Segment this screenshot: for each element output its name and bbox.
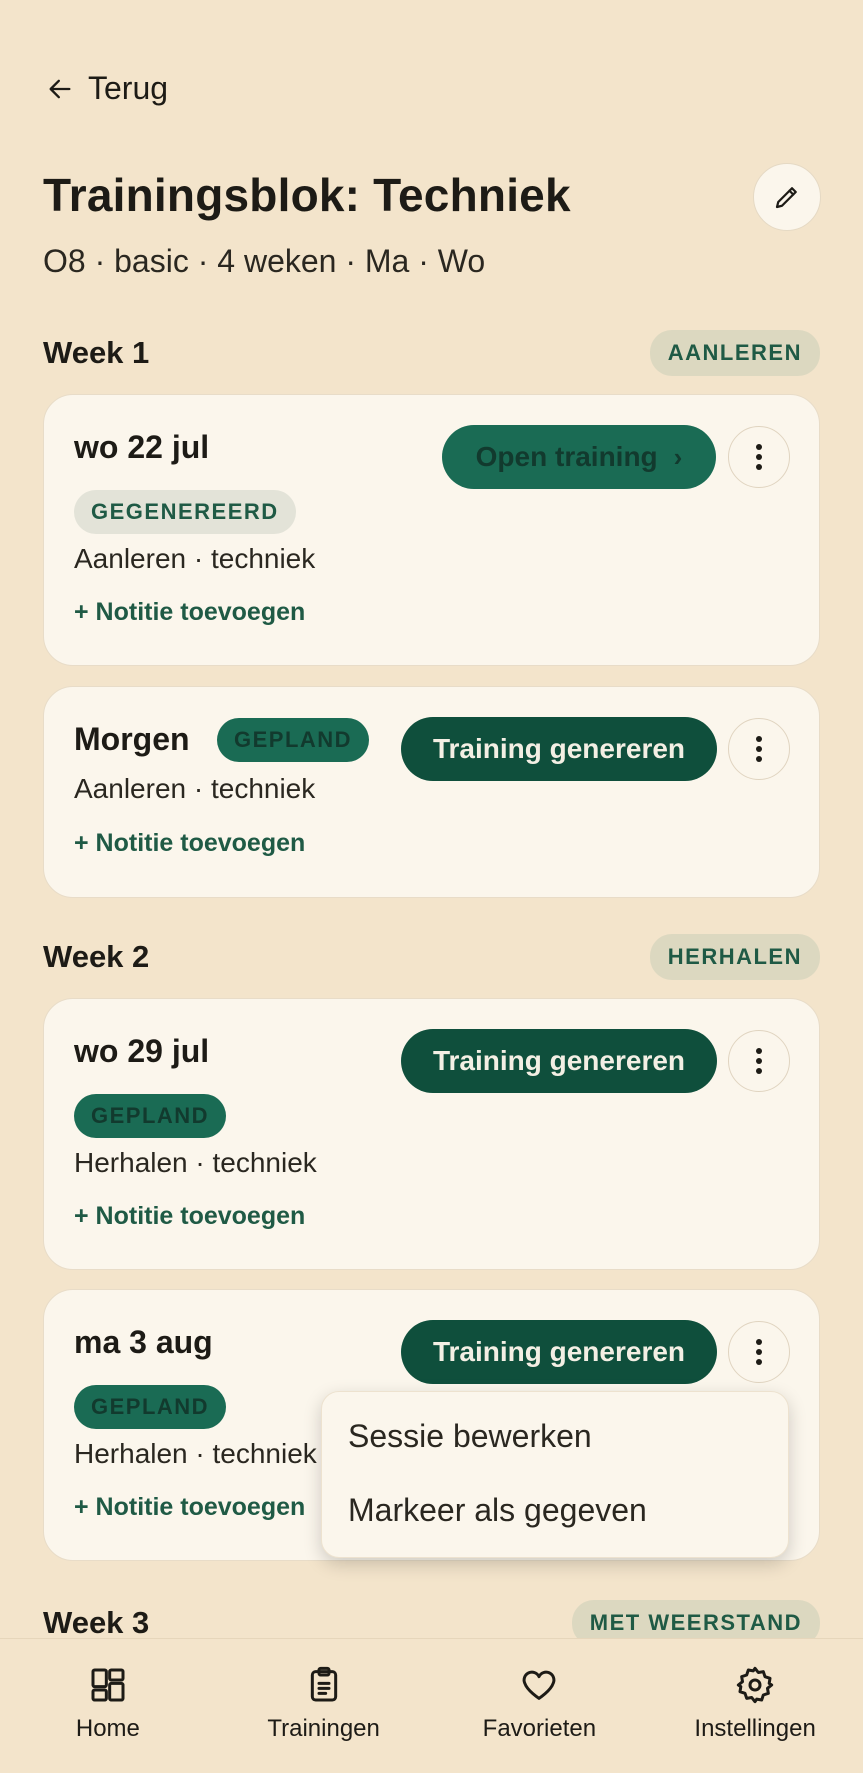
add-note-link[interactable]: + Notitie toevoegen: [74, 1202, 305, 1231]
status-badge: GEGENEREERD: [74, 490, 296, 534]
nav-favorieten[interactable]: Favorieten: [439, 1639, 639, 1773]
session-date: Morgen: [74, 721, 190, 757]
chevron-right-icon: ›: [673, 441, 683, 472]
more-vertical-icon: [756, 1048, 762, 1074]
session-card: Morgen GEPLAND Training genereren Aanler…: [43, 686, 820, 898]
week-title: Week 3: [43, 1605, 150, 1640]
nav-trainingen[interactable]: Trainingen: [224, 1639, 424, 1773]
arrow-left-icon: [49, 79, 71, 98]
menu-item-edit-session[interactable]: Sessie bewerken: [348, 1418, 592, 1455]
page-subtitle: O8 · basic · 4 weken · Ma · Wo: [43, 243, 486, 279]
nav-label: Trainingen: [267, 1715, 380, 1742]
generate-training-button[interactable]: Training genereren: [401, 717, 717, 781]
more-options-button[interactable]: [728, 1030, 790, 1092]
generate-training-button[interactable]: Training genereren: [401, 1029, 717, 1093]
open-training-button[interactable]: Open training ›: [442, 425, 716, 489]
session-card: wo 29 jul Training genereren GEPLAND Her…: [43, 998, 820, 1270]
status-badge: GEPLAND: [217, 718, 370, 762]
more-options-button[interactable]: [728, 1321, 790, 1383]
gear-icon: [736, 1666, 774, 1704]
session-card: wo 22 jul Open training › GEGENEREERD Aa…: [43, 394, 820, 666]
more-vertical-icon: [756, 1339, 762, 1365]
session-date: wo 22 jul: [74, 429, 210, 465]
session-description: Herhalen · techniek: [74, 1147, 317, 1178]
open-training-label: Open training: [475, 441, 658, 472]
phase-badge: HERHALEN: [649, 934, 820, 980]
status-badge: GEPLAND: [74, 1385, 227, 1429]
more-options-button[interactable]: [728, 718, 790, 780]
heart-icon: [523, 1670, 556, 1700]
status-badge: GEPLAND: [74, 1094, 227, 1138]
more-vertical-icon: [756, 444, 762, 470]
grid-icon: [91, 1668, 125, 1702]
context-menu: Sessie bewerken Markeer als gegeven: [321, 1391, 789, 1558]
add-note-link[interactable]: + Notitie toevoegen: [74, 1493, 305, 1522]
session-date: wo 29 jul: [74, 1033, 210, 1069]
week-title: Week 1: [43, 335, 150, 370]
week-header: Week 1 AANLEREN: [43, 330, 820, 376]
add-note-link[interactable]: + Notitie toevoegen: [74, 598, 305, 627]
clipboard-icon: [310, 1666, 337, 1702]
back-label: Terug: [88, 70, 169, 106]
week-title: Week 2: [43, 939, 150, 974]
menu-item-mark-given[interactable]: Markeer als gegeven: [348, 1492, 647, 1529]
back-button[interactable]: Terug: [46, 70, 168, 107]
session-description: Aanleren · techniek: [74, 543, 316, 574]
page-title: Trainingsblok: Techniek: [43, 169, 571, 221]
nav-label: Favorieten: [482, 1715, 597, 1742]
more-vertical-icon: [756, 736, 762, 762]
nav-instellingen[interactable]: Instellingen: [655, 1639, 855, 1773]
session-description: Aanleren · techniek: [74, 773, 316, 804]
bottom-navigation: Home Trainingen Favorieten Instellingen: [0, 1638, 863, 1773]
add-note-link[interactable]: + Notitie toevoegen: [74, 829, 305, 858]
more-options-button[interactable]: [728, 426, 790, 488]
week-header: Week 2 HERHALEN: [43, 934, 820, 980]
generate-training-label: Training genereren: [432, 733, 686, 764]
pencil-icon: [775, 187, 797, 209]
nav-home[interactable]: Home: [8, 1639, 208, 1773]
session-date: ma 3 aug: [74, 1324, 213, 1360]
edit-button[interactable]: [753, 163, 821, 231]
nav-label: Home: [75, 1715, 140, 1742]
nav-label: Instellingen: [694, 1715, 816, 1742]
phase-badge: AANLEREN: [649, 330, 820, 376]
generate-training-label: Training genereren: [432, 1045, 686, 1076]
generate-training-label: Training genereren: [432, 1336, 686, 1367]
generate-training-button[interactable]: Training genereren: [401, 1320, 717, 1384]
session-description: Herhalen · techniek: [74, 1438, 317, 1469]
